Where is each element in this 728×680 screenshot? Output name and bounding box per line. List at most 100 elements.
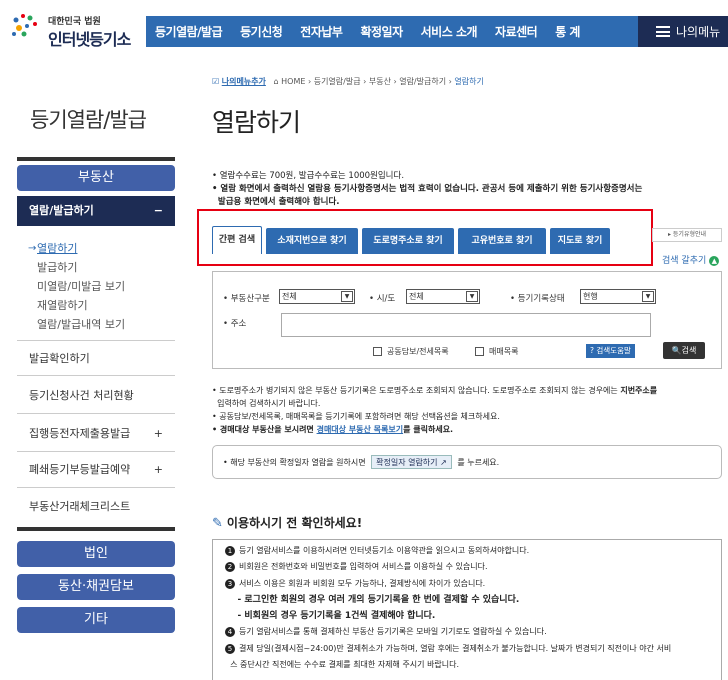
sidebar-item-status[interactable]: 등기신청사건 처리현황 [17, 378, 175, 414]
info-text: • 해당 부동산의 확정일자 열람을 원하시면 [223, 458, 366, 467]
check-item: 2 비회원은 전화번호와 비밀번호를 입력하여 서비스를 이용하실 수 있습니다. [225, 559, 709, 575]
checkbox-label: 매매목록 [489, 347, 519, 356]
check-item: - 로그인한 회원의 경우 여러 개의 등기기록을 한 번에 결제할 수 있습니… [225, 594, 520, 605]
chevron-down-icon: ▼ [341, 291, 353, 302]
sidebar-item-verify[interactable]: 발급확인하기 [17, 340, 175, 376]
expand-icon: + [153, 463, 163, 476]
add-favorite-link[interactable]: ☑ 나의메뉴추가 [212, 77, 266, 86]
note-bold: 지번주소를 [620, 386, 658, 395]
number-badge: 2 [225, 562, 235, 573]
number-badge: 4 [225, 627, 235, 638]
check-icon: ☑ [212, 77, 220, 86]
fixed-date-view-button[interactable]: 확정일자 열람하기 ↗ [371, 455, 452, 469]
toggle-label: 검색 갈추기 [662, 256, 707, 266]
note-text: 입력하여 검색하시기 바랍니다. [212, 399, 321, 408]
joint-collateral-checkbox[interactable]: 공동담보/전세목록 [373, 346, 449, 357]
check-title-text: 이용하시기 전 확인하세요! [226, 516, 363, 530]
doc-button-label: 등기유형안내 [672, 231, 707, 238]
nav-item-view-issue[interactable]: 등기열람/발급 [146, 23, 231, 40]
question-icon: ? [590, 346, 594, 355]
note-line: • 열람 화면에서 출력하신 열람용 등기사항증명서는 법적 효력이 없습니다.… [212, 184, 643, 194]
number-badge: 3 [225, 578, 235, 589]
note-text: 를 클릭하세요. [403, 425, 454, 434]
search-icon: 🔍 [671, 346, 682, 355]
fixed-date-info: • 해당 부동산의 확정일자 열람을 원하시면 확정일자 열람하기 ↗ 를 누르… [212, 445, 722, 479]
select-value: 현행 [583, 292, 598, 301]
sidebar-item-label: 발급확인하기 [29, 352, 90, 365]
sidebar-title: 등기열람/발급 [30, 108, 147, 132]
sub-item-history[interactable]: 열람/발급내역 보기 [37, 316, 125, 332]
page-title: 열람하기 [212, 108, 301, 137]
arrow-right-icon: → [28, 243, 37, 254]
type-select[interactable]: 전체 ▼ [279, 289, 355, 304]
court-logo-icon [12, 14, 37, 37]
note-line: • 열람수수료는 700원, 발급수수료는 1000원입니다. [212, 171, 405, 181]
nav-item-stats[interactable]: 통 계 [546, 23, 589, 40]
sidebar-item-label: 집행등전자제출용발급 [29, 427, 131, 440]
my-menu-button[interactable]: 나의메뉴 [638, 16, 728, 47]
checkbox-icon [373, 347, 382, 356]
sidebar-item-checklist[interactable]: 부동산거래체크리스트 [17, 489, 175, 525]
search-form: • 부동산구분 전체 ▼ • 시/도 전체 ▼ • 등기기록상태 현행 ▼ • 주소 … [212, 271, 722, 369]
info-text: 를 누르세요. [457, 458, 500, 467]
expand-icon: + [153, 427, 163, 440]
sidebar-section-real-estate[interactable]: 부동산 [17, 165, 175, 191]
status-label: • 등기기록상태 [510, 294, 565, 304]
checkbox-label: 공동담보/전세목록 [387, 347, 449, 356]
check-item: 스 중단시간 직전에는 수수료 결제를 최대한 자제해 주시기 바랍니다. [225, 660, 460, 670]
search-help-button[interactable]: ? 검색도움말 [586, 344, 635, 358]
nav-item-resources[interactable]: 자료센터 [486, 23, 546, 40]
collapse-icon: − [153, 204, 163, 217]
sub-item-review[interactable]: 재열람하기 [37, 297, 88, 313]
breadcrumb: ☑ 나의메뉴추가 ⌂ HOME › 등기열람/발급 › 부동산 › 열람/발급하… [212, 76, 484, 87]
logo-title: 인터넷등기소 [48, 30, 131, 49]
registry-type-guide-button[interactable]: ▸ 등기유형안내 [652, 228, 722, 242]
hide-search-toggle[interactable]: 검색 갈추기 ▲ [662, 253, 720, 266]
sidebar-item-electronic[interactable]: 집행등전자제출용발급 + [17, 416, 175, 452]
sales-list-checkbox[interactable]: 매매목록 [475, 346, 518, 357]
region-label: • 시/도 [369, 294, 396, 304]
search-button[interactable]: 🔍검색 [663, 342, 705, 359]
number-badge: 5 [225, 643, 235, 654]
global-nav: 등기열람/발급 등기신청 전자납부 확정일자 서비스 소개 자료센터 통 계 [146, 16, 638, 47]
pin-icon: ✎ [212, 516, 223, 531]
sidebar-section-other[interactable]: 기타 [17, 607, 175, 633]
region-select[interactable]: 전체 ▼ [406, 289, 480, 304]
address-input[interactable] [281, 313, 651, 337]
select-value: 전체 [282, 292, 297, 301]
home-icon[interactable]: ⌂ [274, 77, 279, 86]
check-list: 1 등기 열람서비스를 이용하시려면 인터넷등기소 이용약관을 읽으시고 동의하셔… [212, 539, 722, 680]
sidebar-divider [17, 157, 175, 161]
check-title: ✎ 이용하시기 전 확인하세요! [212, 514, 362, 531]
check-item: 1 등기 열람서비스를 이용하시려면 인터넷등기소 이용약관을 읽으시고 동의하셔… [225, 543, 709, 559]
sub-item-view[interactable]: 열람하기 [37, 240, 77, 256]
sidebar-item-label: 부동산거래체크리스트 [29, 500, 131, 513]
sidebar-section-corporation[interactable]: 법인 [17, 541, 175, 567]
status-select[interactable]: 현행 ▼ [580, 289, 656, 304]
note-text: • 경매대상 부동산을 보시려면 [212, 425, 317, 434]
note-text: • 도로명주소가 병기되지 않은 부동산 등기기록은 도로명주소로 조회되지 않… [212, 386, 621, 395]
play-icon: ▸ [667, 231, 671, 238]
auction-list-link[interactable]: 경매대상 부동산 목록보기 [317, 425, 404, 434]
check-item: 5 결제 당일(결제시점~24:00)만 결제취소가 가능하며, 열람 후에는 결… [225, 641, 709, 657]
sidebar-divider [17, 527, 175, 531]
sidebar-section-movable[interactable]: 동산·채권담보 [17, 574, 175, 600]
site-logo[interactable]: 대한민국 법원 인터넷등기소 [10, 10, 140, 49]
note-text: • 공동담보/전세목록, 매매목록을 등기기록에 포함하려면 해당 선택옵션을 … [212, 412, 500, 421]
number-badge: 1 [225, 546, 235, 556]
nav-item-apply[interactable]: 등기신청 [231, 23, 291, 40]
sidebar-item-label: 등기신청사건 처리현황 [29, 389, 134, 402]
address-label: • 주소 [223, 319, 247, 329]
my-menu-label: 나의메뉴 [676, 25, 721, 39]
check-item: - 비회원의 경우 등기기록을 1건씩 결제해야 합니다. [225, 611, 436, 622]
sidebar-item-view-issue[interactable]: 열람/발급하기 − [17, 196, 175, 226]
breadcrumb-current: 열람하기 [454, 77, 484, 86]
breadcrumb-path: HOME › 등기열람/발급 › 부동산 › 열람/발급하기 › [281, 77, 455, 86]
nav-item-payment[interactable]: 전자납부 [291, 23, 351, 40]
select-value: 전체 [409, 292, 424, 301]
sidebar-item-closed[interactable]: 폐쇄등기부등발급예약 + [17, 452, 175, 488]
sub-item-issue[interactable]: 발급하기 [37, 259, 77, 275]
nav-item-fixed-date[interactable]: 확정일자 [351, 23, 411, 40]
nav-item-service[interactable]: 서비스 소개 [412, 23, 486, 40]
sub-item-unviewed[interactable]: 미열람/미발급 보기 [37, 278, 125, 294]
